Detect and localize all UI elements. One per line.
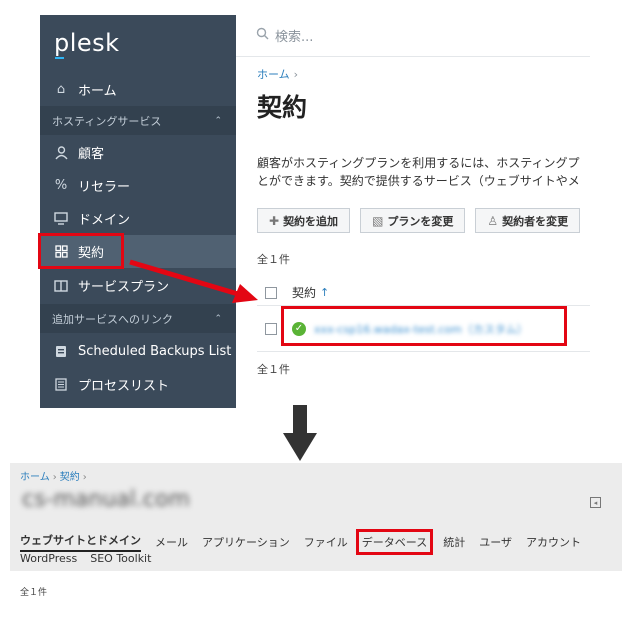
down-arrow-icon xyxy=(283,405,317,461)
person-icon: ♙ xyxy=(487,213,499,228)
sidebar-item-label: リセラー xyxy=(78,180,131,195)
toolbar: ✚ 契約を追加 ▧ プランを変更 ♙ 契約者を変更 xyxy=(257,208,581,233)
main-content: 検索... ホーム › 契約 顧客がホスティングプランを利用するには、ホスティング… xyxy=(236,15,590,408)
sidebar-group-links[interactable]: 追加サービスへのリンク ⌃ xyxy=(40,304,236,333)
button-label: 契約者を変更 xyxy=(502,214,569,228)
item-count: 全１件 xyxy=(257,253,290,266)
sidebar-item-service-plans[interactable]: サービスプラン xyxy=(40,269,236,302)
sidebar-item-label: プロセスリスト xyxy=(78,379,170,394)
description-line: 顧客がホスティングプランを利用するには、ホスティングプ xyxy=(257,156,580,170)
sidebar-item-scheduled-backups[interactable]: Scheduled Backups List xyxy=(40,335,236,368)
sort-ascending-icon[interactable]: ↑ xyxy=(320,286,329,299)
subscription-detail-screen: ホーム › 契約 › cs-manual.com ◂ ウェブサイトとドメイン メール … xyxy=(10,463,622,609)
breadcrumb: ホーム › xyxy=(257,66,298,82)
sidebar-item-process-list[interactable]: プロセスリスト xyxy=(40,368,236,401)
sidebar-item-label: Scheduled Backups List xyxy=(78,344,232,359)
breadcrumb-subscriptions-link[interactable]: 契約 xyxy=(60,472,80,483)
person-icon xyxy=(52,144,70,162)
change-subscriber-button[interactable]: ♙ 契約者を変更 xyxy=(475,208,581,233)
breadcrumb-home-link[interactable]: ホーム xyxy=(20,472,50,483)
home-icon: ⌂ xyxy=(56,82,66,97)
sidebar-item-label: 顧客 xyxy=(78,147,105,162)
book-icon xyxy=(52,277,70,295)
search-bar[interactable]: 検索... xyxy=(236,15,590,57)
backup-icon xyxy=(52,343,70,361)
sidebar-group-label: ホスティングサービス xyxy=(52,114,162,128)
tab-databases[interactable]: データベース xyxy=(355,529,434,555)
document-icon: ▧ xyxy=(372,213,384,228)
button-label: プランを変更 xyxy=(387,214,454,228)
tab-wordpress[interactable]: WordPress xyxy=(20,552,77,565)
button-label: 契約を追加 xyxy=(283,214,339,228)
chevron-up-icon: ⌃ xyxy=(214,313,222,324)
breadcrumb: ホーム › 契約 › xyxy=(20,468,90,483)
sidebar-item-customers[interactable]: 顧客 xyxy=(40,136,236,169)
sidebar-item-label: ドメイン xyxy=(78,213,131,228)
sidebar-item-label: ホーム xyxy=(78,84,117,99)
tab-seo-toolkit[interactable]: SEO Toolkit xyxy=(90,552,151,565)
chevron-up-icon: ⌃ xyxy=(214,115,222,126)
sidebar-item-resellers[interactable]: % リセラー xyxy=(40,169,236,202)
tab-mail[interactable]: メール xyxy=(155,534,188,550)
tab-account[interactable]: アカウント xyxy=(526,534,581,550)
sidebar-group-label: 追加サービスへのリンク xyxy=(52,312,173,326)
search-icon xyxy=(256,27,269,44)
highlight-subscription-row xyxy=(281,306,567,346)
tab-statistics[interactable]: 統計 xyxy=(443,534,465,550)
list-header: 契約 ↑ xyxy=(257,280,590,306)
breadcrumb-separator: › xyxy=(82,472,87,483)
sidebar-item-label: サービスプラン xyxy=(78,280,170,295)
page-title: 契約 xyxy=(257,93,308,122)
change-plan-button[interactable]: ▧ プランを変更 xyxy=(360,208,466,233)
list-icon xyxy=(52,376,70,394)
tab-users[interactable]: ユーザ xyxy=(479,534,512,550)
logo-accent xyxy=(55,57,64,59)
tab-websites-domains[interactable]: ウェブサイトとドメイン xyxy=(20,532,141,552)
subtab-bar: WordPress SEO Toolkit xyxy=(20,552,164,565)
select-all-checkbox[interactable] xyxy=(265,286,277,299)
highlight-subscriptions-menu xyxy=(38,233,124,269)
percent-icon: % xyxy=(54,178,68,193)
breadcrumb-separator: › xyxy=(52,472,57,483)
breadcrumb-home-link[interactable]: ホーム xyxy=(257,68,290,81)
breadcrumb-separator: › xyxy=(293,68,299,81)
tab-applications[interactable]: アプリケーション xyxy=(202,534,290,550)
content-area: 全１件 xyxy=(10,571,622,609)
search-placeholder: 検索... xyxy=(275,30,314,45)
item-count-bottom: 全１件 xyxy=(257,363,290,376)
description-line: とができます。契約で提供するサービス（ウェブサイトやメ xyxy=(257,174,580,188)
sidebar: plesk ⌂ ホーム ホスティングサービス ⌃ 顧客 % リセラー ドメイン xyxy=(40,15,236,408)
sidebar-item-home[interactable]: ⌂ ホーム xyxy=(40,73,236,106)
side-panel-icon[interactable]: ◂ xyxy=(590,497,601,508)
row-checkbox[interactable] xyxy=(265,322,277,335)
add-subscription-button[interactable]: ✚ 契約を追加 xyxy=(257,208,351,233)
sidebar-group-hosting[interactable]: ホスティングサービス ⌃ xyxy=(40,106,236,135)
domain-title: cs-manual.com xyxy=(22,487,190,512)
page-description: 顧客がホスティングプランを利用するには、ホスティングプ とができます。契約で提供… xyxy=(257,154,590,190)
tab-files[interactable]: ファイル xyxy=(304,534,348,550)
column-header-subscription[interactable]: 契約 xyxy=(292,284,316,301)
monitor-icon xyxy=(52,210,70,228)
item-count: 全１件 xyxy=(20,588,48,598)
plus-icon: ✚ xyxy=(269,213,280,228)
plesk-subscriptions-screen: plesk ⌂ ホーム ホスティングサービス ⌃ 顧客 % リセラー ドメイン xyxy=(40,15,590,408)
plesk-logo: plesk xyxy=(54,29,120,57)
sidebar-item-domains[interactable]: ドメイン xyxy=(40,202,236,235)
